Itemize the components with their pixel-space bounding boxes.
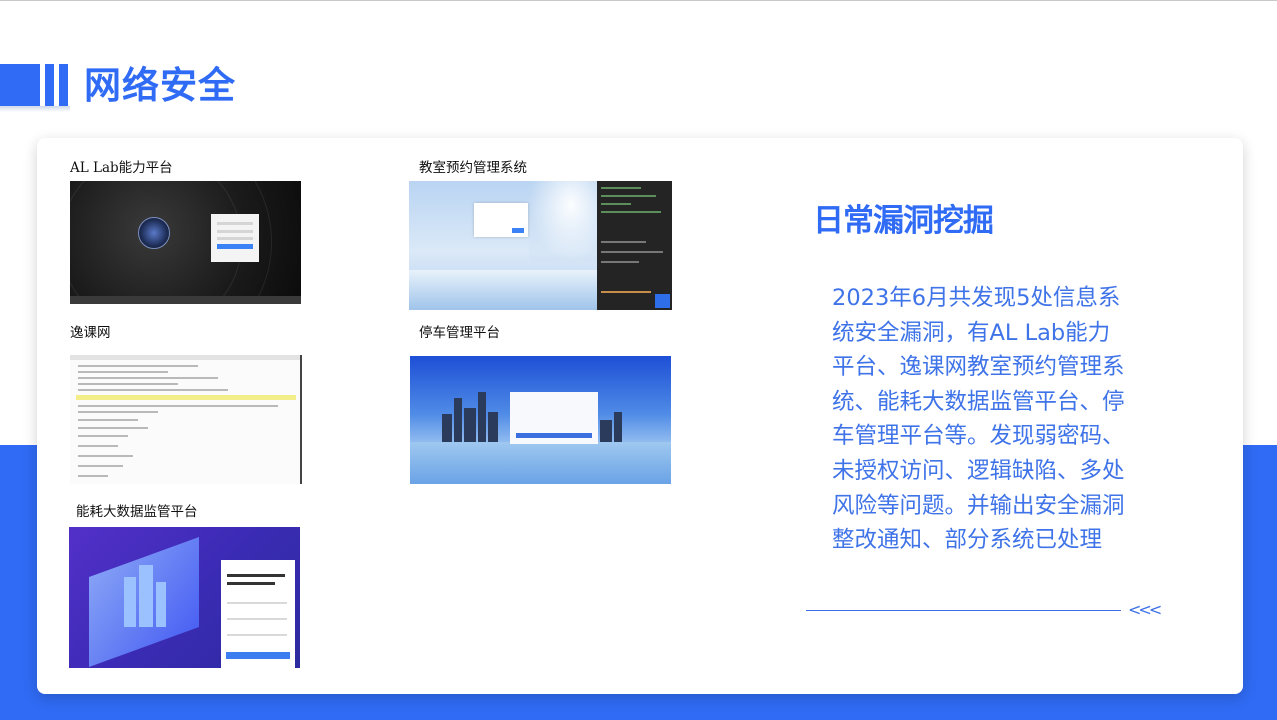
- gallery-label-energy: 能耗大数据监管平台: [76, 504, 198, 520]
- footer-strip: [70, 296, 301, 304]
- title-accent-block: [0, 64, 40, 108]
- screenshot-yike: [70, 355, 302, 484]
- gallery-label-classroom: 教室预约管理系统: [419, 160, 527, 176]
- highlighted-line: [76, 395, 296, 400]
- summary-text: 2023年6月共发现5处信息系统安全漏洞，有AL Lab能力平台、逸课网教室预约…: [832, 285, 1125, 554]
- login-panel: [221, 560, 295, 668]
- water-reflection: [410, 442, 671, 484]
- gallery-label-yike: 逸课网: [70, 325, 111, 341]
- screenshot-energy: [69, 527, 300, 668]
- section-heading: 日常漏洞挖掘: [813, 203, 994, 239]
- screenshot-parking: [410, 356, 671, 484]
- title-accent-bar: [59, 64, 68, 108]
- logo-orb: [138, 217, 170, 249]
- gallery-label-al-lab: AL Lab能力平台: [70, 160, 173, 176]
- login-panel: [474, 203, 528, 237]
- editor-toolbar: [70, 355, 300, 360]
- divider-line: [806, 610, 1121, 611]
- login-panel: [510, 392, 598, 444]
- devtools-panel: [597, 181, 672, 310]
- screenshot-classroom: [409, 181, 672, 310]
- chevron-left-icon: <<<: [1128, 600, 1162, 619]
- title-accent-shadow: [0, 106, 70, 112]
- screenshot-al-lab: [70, 181, 301, 304]
- snow-tree: [529, 181, 599, 261]
- top-rule: [0, 0, 1277, 1]
- title-accent-bar: [45, 64, 54, 108]
- snow-ground: [409, 270, 597, 310]
- login-panel: [211, 214, 259, 262]
- gallery-label-parking: 停车管理平台: [419, 325, 500, 341]
- page-title: 网络安全: [84, 64, 236, 107]
